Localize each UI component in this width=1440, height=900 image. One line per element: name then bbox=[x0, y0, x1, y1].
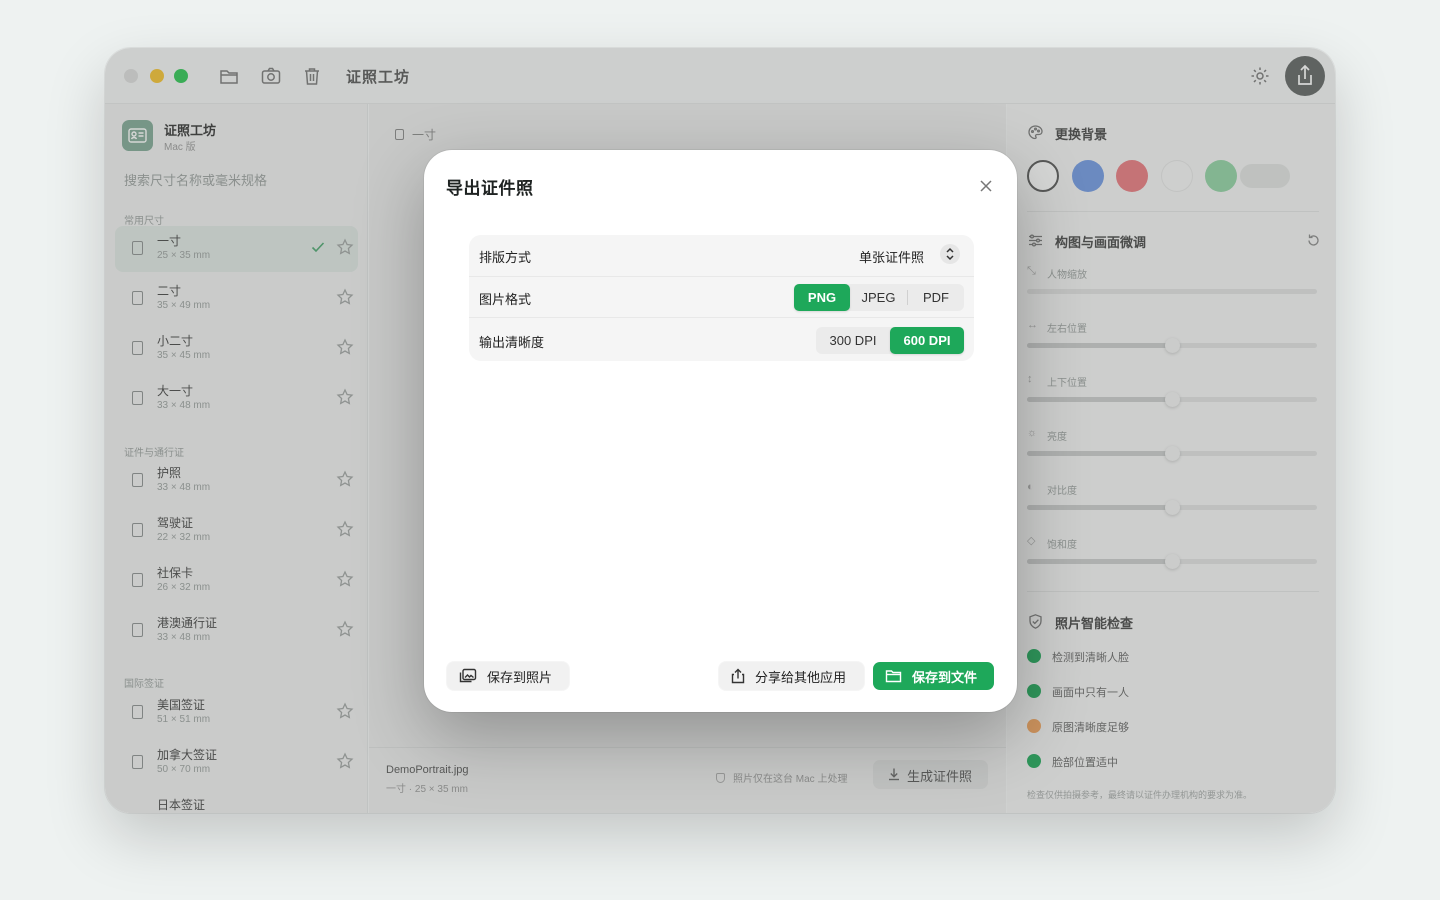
chevron-up-down-icon bbox=[946, 247, 954, 261]
share-to-apps-label: 分享给其他应用 bbox=[755, 669, 847, 685]
layout-row: 排版方式 单张证件照 bbox=[469, 235, 974, 276]
dpi-label: 输出清晰度 bbox=[479, 335, 545, 350]
save-to-photos-label: 保存到照片 bbox=[487, 669, 553, 685]
format-pdf[interactable]: PDF bbox=[908, 284, 964, 311]
dpi-segmented-control: 300 DPI 600 DPI bbox=[816, 327, 964, 354]
share-to-apps-button[interactable]: 分享给其他应用 bbox=[719, 662, 864, 690]
format-row: 图片格式 PNG JPEG PDF bbox=[469, 276, 974, 317]
format-segmented-control: PNG JPEG PDF bbox=[794, 284, 964, 311]
dpi-row: 输出清晰度 300 DPI 600 DPI bbox=[469, 317, 974, 361]
export-settings: 排版方式 单张证件照 图片格式 PNG JPEG PDF 输出清晰度 300 D… bbox=[469, 235, 974, 361]
share-icon bbox=[731, 668, 745, 684]
close-icon[interactable] bbox=[975, 175, 997, 197]
format-label: 图片格式 bbox=[479, 292, 532, 307]
folder-icon bbox=[885, 670, 902, 683]
layout-label: 排版方式 bbox=[479, 250, 532, 265]
format-jpeg[interactable]: JPEG bbox=[850, 284, 907, 311]
dpi-600[interactable]: 600 DPI bbox=[890, 327, 964, 354]
dpi-300[interactable]: 300 DPI bbox=[816, 327, 890, 354]
layout-popup[interactable]: 单张证件照 bbox=[859, 247, 924, 266]
save-to-file-label: 保存到文件 bbox=[912, 669, 978, 685]
save-to-photos-button[interactable]: 保存到照片 bbox=[447, 662, 569, 690]
popup-arrows[interactable] bbox=[940, 244, 960, 264]
app-window: 证照工坊 证照工坊 Mac 版 搜索尺寸名称或毫米规格 常用尺寸 一寸 25 ×… bbox=[105, 48, 1335, 813]
dialog-title: 导出证件照 bbox=[446, 179, 534, 198]
format-png[interactable]: PNG bbox=[794, 284, 850, 311]
photos-icon bbox=[459, 668, 477, 683]
save-to-file-button[interactable]: 保存到文件 bbox=[873, 662, 994, 690]
export-dialog: 导出证件照 排版方式 单张证件照 图片格式 PNG JPEG PDF 输出清晰度… bbox=[424, 150, 1017, 712]
